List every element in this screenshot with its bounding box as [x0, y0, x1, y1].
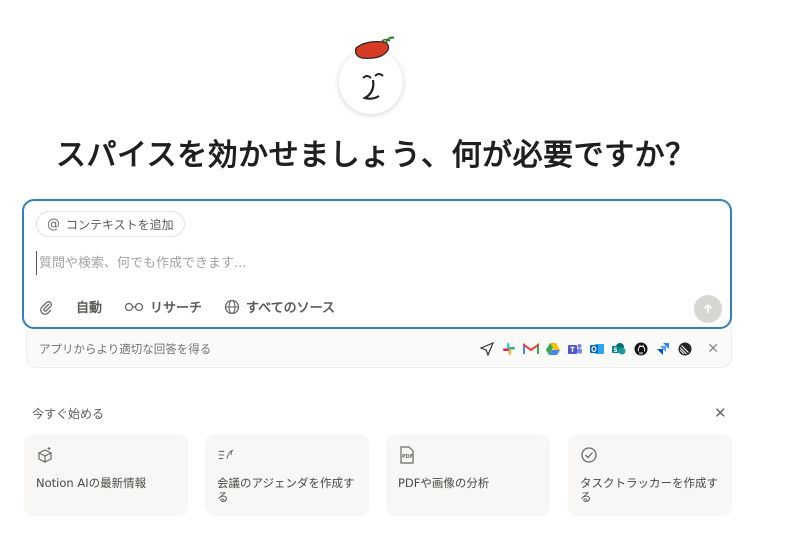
- box-sparkle-icon: [37, 447, 53, 463]
- slack-icon: [501, 341, 517, 357]
- paperclip-icon: [40, 300, 52, 315]
- card-notion-ai-news[interactable]: Notion AIの最新情報: [24, 434, 188, 516]
- card-label: PDFや画像の分析: [398, 476, 490, 490]
- card-label: 会議のアジェンダを作成する: [217, 476, 355, 504]
- research-label: リサーチ: [150, 301, 203, 316]
- add-context-button[interactable]: @ コンテキストを追加: [36, 211, 185, 237]
- paper-plane-icon: [479, 341, 495, 357]
- glasses-icon: [124, 302, 144, 311]
- close-icon[interactable]: ✕: [707, 341, 719, 357]
- outlook-icon: [589, 341, 605, 357]
- card-meeting-agenda[interactable]: 会議のアジェンダを作成する: [205, 434, 369, 516]
- connect-apps-bar[interactable]: アプリからより適切な回答を得る S ✕: [26, 330, 732, 368]
- card-task-tracker[interactable]: タスクトラッカーを作成する: [568, 434, 732, 516]
- app-icon-list: S: [479, 341, 693, 357]
- all-sources-label: すべてのソース: [246, 301, 335, 316]
- card-pdf-image-analysis[interactable]: PDF PDFや画像の分析: [386, 434, 550, 516]
- prompt-input[interactable]: [36, 251, 721, 275]
- teams-icon: [567, 341, 583, 357]
- chat-composer: @ コンテキストを追加 自動 リサーチ すべてのソース: [22, 199, 732, 329]
- get-started-heading: 今すぐ始める: [32, 407, 105, 421]
- attach-button[interactable]: [38, 299, 54, 315]
- arrow-up-icon: [703, 303, 713, 313]
- composer-toolbar: 自動 リサーチ すべてのソース: [38, 297, 357, 316]
- github-icon: [633, 341, 649, 357]
- jira-icon: [655, 341, 671, 357]
- auto-mode-label: 自動: [76, 301, 103, 316]
- gmail-icon: [523, 341, 540, 357]
- card-label: タスクトラッカーを作成する: [580, 476, 718, 504]
- at-icon: @: [47, 216, 60, 232]
- globe-icon: [224, 299, 240, 314]
- svg-text:PDF: PDF: [402, 454, 413, 460]
- linear-icon: [677, 341, 693, 357]
- list-pen-icon: [218, 449, 234, 460]
- page-title: スパイスを効かせましょう、何が必要ですか？: [56, 138, 696, 173]
- connect-apps-label: アプリからより適切な回答を得る: [39, 341, 212, 356]
- close-icon[interactable]: ✕: [714, 404, 727, 422]
- check-circle-icon: [581, 447, 597, 463]
- svg-text:S: S: [614, 347, 618, 354]
- chili-pepper-icon: [355, 36, 395, 59]
- research-button[interactable]: リサーチ: [124, 297, 202, 316]
- all-sources-button[interactable]: すべてのソース: [224, 297, 335, 316]
- send-button[interactable]: [694, 295, 722, 323]
- auto-mode-button[interactable]: 自動: [76, 297, 102, 316]
- google-drive-icon: [545, 341, 561, 357]
- add-context-label: コンテキストを追加: [66, 217, 174, 232]
- card-label: Notion AIの最新情報: [36, 476, 147, 490]
- pdf-icon: PDF: [400, 446, 414, 464]
- sharepoint-icon: S: [611, 341, 627, 357]
